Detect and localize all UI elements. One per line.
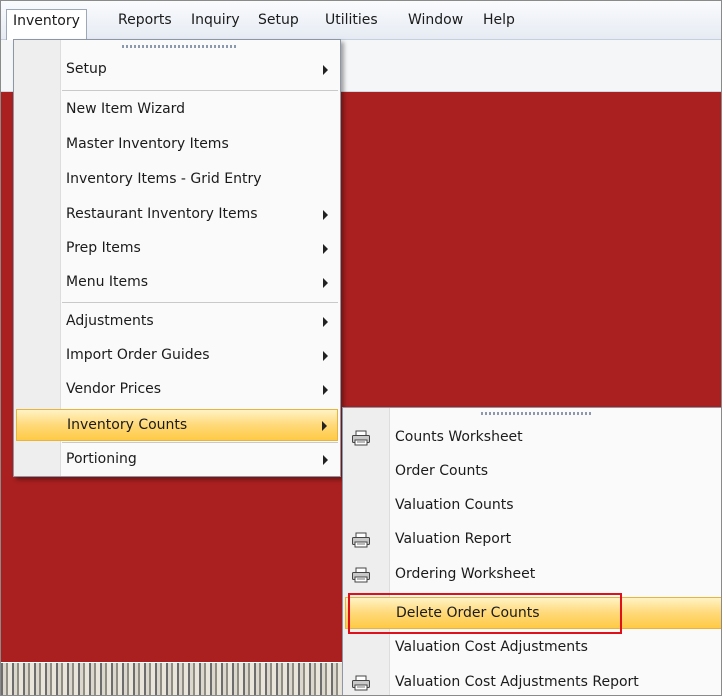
menu-item-label: Valuation Counts: [395, 497, 514, 513]
submenu-arrow-icon: [323, 317, 328, 327]
menu-item-label: Menu Items: [66, 274, 149, 290]
printer-icon: [352, 532, 370, 548]
menu-separator: [62, 90, 338, 91]
menu-item-inventory-counts[interactable]: Inventory Counts: [16, 409, 338, 441]
menu-item-label: Adjustments: [66, 313, 154, 329]
menu-item-master-inventory-items[interactable]: Master Inventory Items: [14, 129, 340, 161]
submenu-arrow-icon: [323, 210, 328, 220]
menu-item-label: Setup: [66, 61, 107, 77]
menu-item-prep-items[interactable]: Prep Items: [14, 233, 340, 265]
submenu-arrow-icon: [323, 455, 328, 465]
menu-item-ordering-worksheet[interactable]: Ordering Worksheet: [343, 559, 721, 591]
submenu-arrow-icon: [322, 421, 327, 431]
menu-bar: Inventory Reports Inquiry Setup Utilitie…: [1, 1, 721, 40]
menu-reports[interactable]: Reports: [112, 9, 178, 33]
menu-item-label: New Item Wizard: [66, 101, 186, 117]
menu-separator: [62, 442, 338, 443]
menu-inventory[interactable]: Inventory: [6, 9, 87, 40]
menu-item-restaurant-inventory-items[interactable]: Restaurant Inventory Items: [14, 199, 340, 231]
menu-item-label: Inventory Counts: [67, 417, 188, 433]
menu-item-label: Vendor Prices: [66, 381, 162, 397]
menu-window[interactable]: Window: [402, 9, 469, 33]
menu-grip[interactable]: [122, 45, 236, 48]
menu-item-label: Ordering Worksheet: [395, 566, 536, 582]
menu-item-valuation-cost-adjustments-report[interactable]: Valuation Cost Adjustments Report: [343, 667, 721, 695]
menu-item-new-item-wizard[interactable]: New Item Wizard: [14, 94, 340, 126]
submenu-arrow-icon: [323, 385, 328, 395]
submenu-arrow-icon: [323, 351, 328, 361]
menu-item-label: Portioning: [66, 451, 137, 467]
menu-item-valuation-counts[interactable]: Valuation Counts: [343, 490, 721, 522]
menu-item-label: Inventory Items - Grid Entry: [66, 171, 262, 187]
menu-item-label: Counts Worksheet: [395, 429, 523, 445]
menu-item-setup[interactable]: Setup: [14, 54, 340, 86]
inventory-menu: Setup New Item Wizard Master Inventory I…: [13, 39, 341, 477]
printer-icon: [352, 430, 370, 446]
menu-item-valuation-report[interactable]: Valuation Report: [343, 524, 721, 556]
printer-icon: [352, 675, 370, 691]
menu-item-order-counts[interactable]: Order Counts: [343, 456, 721, 488]
menu-item-menu-items[interactable]: Menu Items: [14, 267, 340, 299]
menu-item-valuation-cost-adjustments[interactable]: Valuation Cost Adjustments: [343, 632, 721, 664]
menu-inquiry[interactable]: Inquiry: [185, 9, 246, 33]
submenu-arrow-icon: [323, 244, 328, 254]
menu-utilities[interactable]: Utilities: [319, 9, 384, 33]
menu-item-label: Import Order Guides: [66, 347, 210, 363]
submenu-arrow-icon: [323, 65, 328, 75]
menu-item-import-order-guides[interactable]: Import Order Guides: [14, 340, 340, 372]
menu-item-counts-worksheet[interactable]: Counts Worksheet: [343, 422, 721, 454]
menu-item-label: Restaurant Inventory Items: [66, 206, 258, 222]
menu-item-inventory-items-grid-entry[interactable]: Inventory Items - Grid Entry: [14, 164, 340, 196]
menu-separator: [62, 302, 338, 303]
menu-item-adjustments[interactable]: Adjustments: [14, 306, 340, 338]
printer-icon: [352, 567, 370, 583]
menu-grip[interactable]: [481, 412, 591, 415]
submenu-arrow-icon: [323, 278, 328, 288]
menu-item-label: Delete Order Counts: [396, 605, 540, 621]
application-window: Inventory Reports Inquiry Setup Utilitie…: [0, 0, 722, 696]
menu-item-label: Prep Items: [66, 240, 141, 256]
menu-help[interactable]: Help: [477, 9, 521, 33]
menu-item-delete-order-counts[interactable]: Delete Order Counts: [345, 597, 721, 629]
menu-item-portioning[interactable]: Portioning: [14, 444, 340, 476]
inventory-counts-submenu: Counts Worksheet Order Counts Valuation …: [342, 407, 721, 695]
menu-setup[interactable]: Setup: [252, 9, 305, 33]
menu-item-vendor-prices[interactable]: Vendor Prices: [14, 374, 340, 406]
menu-item-label: Valuation Cost Adjustments Report: [395, 674, 639, 690]
menu-item-label: Order Counts: [395, 463, 489, 479]
menu-item-label: Valuation Report: [395, 531, 512, 547]
menu-item-label: Master Inventory Items: [66, 136, 229, 152]
menu-item-label: Valuation Cost Adjustments: [395, 639, 588, 655]
